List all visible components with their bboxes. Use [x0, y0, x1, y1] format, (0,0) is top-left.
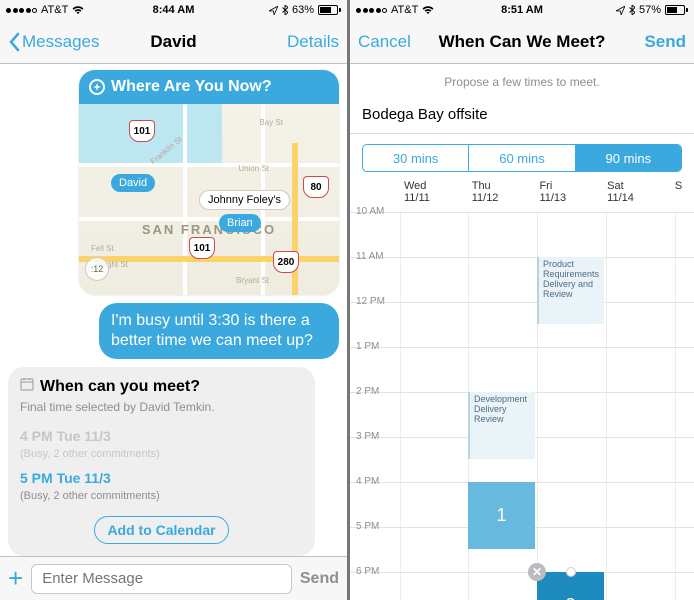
day-col-sun: S: [671, 180, 694, 204]
pin-david[interactable]: David: [111, 174, 155, 192]
time-option-1[interactable]: 4 PM Tue 11/3: [20, 428, 303, 444]
details-button[interactable]: Details: [287, 32, 339, 52]
pin-foley[interactable]: Johnny Foley's: [199, 190, 290, 210]
street-union: Union St: [238, 164, 269, 173]
scheduler-subtitle: Propose a few times to meet.: [350, 64, 694, 100]
day-col-sat: Sat11/14: [603, 180, 671, 204]
chat-body: Where Are You Now? Bay St Franklin St Un…: [0, 64, 347, 556]
send-button[interactable]: Send: [644, 32, 686, 52]
event-name-input[interactable]: Bodega Bay offsite: [350, 100, 694, 134]
time-option-2-note: (Busy, 2 other commitments): [20, 490, 303, 502]
hour-6pm: 6 PM: [356, 566, 379, 577]
location-arrow-icon: [269, 6, 278, 15]
battery-percent: 57%: [639, 4, 661, 16]
segment-30[interactable]: 30 mins: [363, 145, 469, 171]
plus-icon[interactable]: +: [8, 563, 23, 594]
proposed-slot-1[interactable]: 1: [468, 482, 535, 549]
map-view[interactable]: Bay St Franklin St Union St Fell St Haig…: [79, 104, 339, 295]
hwy-shield-280: 280: [273, 251, 299, 273]
duration-segments: 30 mins 60 mins 90 mins: [350, 134, 694, 172]
nav-bar-left: Messages David Details: [0, 20, 347, 64]
proposed-slot-2[interactable]: 2 ✕: [537, 572, 604, 600]
message-input[interactable]: [31, 564, 292, 594]
nav-title: David: [150, 32, 196, 52]
slot-delete-icon[interactable]: ✕: [528, 563, 546, 581]
slot-handle-top[interactable]: [566, 567, 576, 577]
back-label: Messages: [22, 32, 99, 52]
day-header: Wed11/11 Thu11/12 Fri11/13 Sat11/14 S: [400, 180, 694, 204]
hwy-shield-101a: 101: [129, 120, 155, 142]
outgoing-message[interactable]: I'm busy until 3:30 is there a better ti…: [99, 303, 339, 359]
wifi-icon: [422, 6, 434, 15]
segment-90[interactable]: 90 mins: [576, 145, 681, 171]
carrier-label: AT&T: [41, 4, 68, 16]
status-time: 8:51 AM: [501, 4, 543, 16]
wifi-icon: [72, 6, 84, 15]
meet-card[interactable]: When can you meet? Final time selected b…: [8, 367, 315, 556]
battery-icon: [318, 5, 341, 15]
add-to-calendar-button[interactable]: Add to Calendar: [94, 516, 228, 544]
cancel-button[interactable]: Cancel: [358, 32, 411, 52]
hour-2pm: 2 PM: [356, 386, 379, 397]
hour-1pm: 1 PM: [356, 341, 379, 352]
carrier-label: AT&T: [391, 4, 418, 16]
street-bryant: Bryant St: [236, 276, 269, 285]
hwy-shield-80: 80: [303, 176, 329, 198]
location-card-header: Where Are You Now?: [79, 70, 339, 104]
segment-60[interactable]: 60 mins: [469, 145, 575, 171]
bluetooth-icon: [282, 5, 288, 15]
day-col-thu: Thu11/12: [468, 180, 536, 204]
hwy-shield-101b: 101: [189, 237, 215, 259]
day-col-fri: Fri11/13: [535, 180, 603, 204]
scheduler-screen: AT&T 8:51 AM 57% Cancel When Can We Meet…: [347, 0, 694, 600]
location-card[interactable]: Where Are You Now? Bay St Franklin St Un…: [79, 70, 339, 295]
compass-icon: [89, 79, 105, 95]
messages-screen: AT&T 8:44 AM 63% Messages David Details …: [0, 0, 347, 600]
status-bar-left: AT&T 8:44 AM 63%: [0, 0, 347, 20]
calendar-grid[interactable]: Wed11/11 Thu11/12 Fri11/13 Sat11/14 S 10…: [350, 172, 694, 600]
signal-dots: [6, 8, 37, 13]
day-col-wed: Wed11/11: [400, 180, 468, 204]
status-time: 8:44 AM: [153, 4, 195, 16]
status-bar-right: AT&T 8:51 AM 57%: [350, 0, 694, 20]
street-fell: Fell St: [91, 244, 114, 253]
hour-4pm: 4 PM: [356, 476, 379, 487]
hour-11am: 11 AM: [356, 251, 384, 262]
nav-title: When Can We Meet?: [439, 32, 606, 52]
location-card-title: Where Are You Now?: [111, 78, 272, 96]
hour-grid: 10 AM 11 AM 12 PM 1 PM 2 PM 3 PM 4 PM 5 …: [350, 212, 694, 600]
time-option-1-note: (Busy, 2 other commitments): [20, 448, 303, 460]
event-dev-review[interactable]: Development Delivery Review: [468, 392, 535, 459]
time-option-2[interactable]: 5 PM Tue 11/3: [20, 470, 303, 486]
hour-10am: 10 AM: [356, 206, 384, 217]
calendar-icon: [20, 377, 34, 396]
hour-5pm: 5 PM: [356, 521, 379, 532]
send-button[interactable]: Send: [300, 570, 339, 588]
input-bar: + Send: [0, 556, 347, 600]
zoom-badge[interactable]: :12: [85, 257, 109, 281]
nav-bar-right: Cancel When Can We Meet? Send: [350, 20, 694, 64]
bluetooth-icon: [629, 5, 635, 15]
street-bay: Bay St: [259, 118, 283, 127]
meet-card-subtitle: Final time selected by David Temkin.: [20, 400, 303, 414]
meet-card-title: When can you meet?: [40, 378, 200, 396]
pin-brian[interactable]: Brian: [219, 214, 261, 232]
battery-percent: 63%: [292, 4, 314, 16]
back-button[interactable]: Messages: [8, 32, 99, 52]
event-product-req[interactable]: Product Requirements Delivery and Review: [537, 257, 604, 324]
location-arrow-icon: [616, 6, 625, 15]
signal-dots: [356, 8, 387, 13]
battery-icon: [665, 5, 688, 15]
hour-3pm: 3 PM: [356, 431, 379, 442]
hour-12pm: 12 PM: [356, 296, 385, 307]
chevron-left-icon: [8, 32, 20, 52]
